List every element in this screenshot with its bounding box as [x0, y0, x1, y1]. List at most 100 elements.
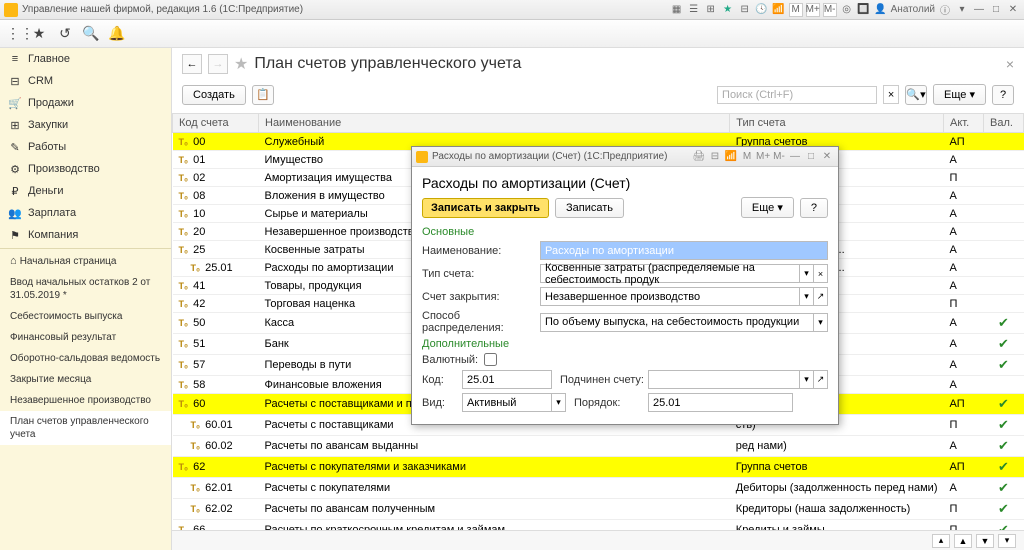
tb-icon[interactable]: ◎ [840, 3, 854, 17]
sidebar-sub-item[interactable]: ⌂ Начальная страница [0, 251, 171, 272]
field-distr[interactable]: По объему выпуска, на себестоимость прод… [540, 313, 814, 332]
m-button[interactable]: M [789, 3, 803, 17]
create-button[interactable]: Создать [182, 85, 246, 105]
sidebar-item[interactable]: ⊞Закупки [0, 114, 171, 136]
apps-icon[interactable]: ⋮⋮⋮ [2, 23, 24, 45]
more-button[interactable]: Еще ▾ [933, 84, 986, 105]
dlg-icon[interactable]: ⊟ [708, 151, 722, 162]
close-icon[interactable]: ✕ [1006, 3, 1020, 17]
star-icon[interactable]: ★ [28, 23, 50, 45]
field-kind[interactable]: Активный [462, 393, 552, 412]
user-icon[interactable]: 👤 [874, 3, 888, 17]
dd-icon[interactable]: ▾ [800, 264, 814, 283]
table-row[interactable]: T₀ 60.02Расчеты по авансам выданныред на… [173, 436, 1024, 457]
sidebar-item[interactable]: ⊟CRM [0, 70, 171, 92]
dialog-help-button[interactable]: ? [800, 198, 828, 218]
table-row[interactable]: T₀ 62.02Расчеты по авансам полученнымКре… [173, 499, 1024, 520]
open-icon[interactable]: ↗ [814, 370, 828, 389]
th-name[interactable]: Наименование [259, 114, 730, 133]
label-name: Наименование: [422, 245, 540, 257]
dlg-icon[interactable]: 📶 [724, 151, 738, 162]
sidebar-item[interactable]: 🛒Продажи [0, 92, 171, 114]
clear-search-button[interactable]: × [883, 85, 899, 104]
bell-icon[interactable]: 🔔 [106, 23, 128, 45]
sidebar-item[interactable]: ≡Главное [0, 48, 171, 70]
field-order[interactable]: 25.01 [648, 393, 793, 412]
field-close-acc[interactable]: Незавершенное производство [540, 287, 800, 306]
dd-icon[interactable]: ▾ [814, 313, 828, 332]
tb-icon[interactable]: 🕓 [755, 3, 769, 17]
dlg-m-minus[interactable]: M- [772, 151, 786, 162]
field-code[interactable]: 25.01 [462, 370, 552, 389]
back-button[interactable]: ← [182, 54, 202, 74]
minimize-icon[interactable]: — [972, 3, 986, 17]
table-row[interactable]: T₀ 62.01Расчеты с покупателямиДебиторы (… [173, 478, 1024, 499]
sidebar-sub-item[interactable]: Незавершенное производство [0, 390, 171, 411]
save-button[interactable]: Записать [555, 198, 624, 218]
user-name[interactable]: Анатолий [891, 3, 935, 17]
tb-icon[interactable]: ⊞ [704, 3, 718, 17]
sidebar-sub-item[interactable]: Себестоимость выпуска [0, 306, 171, 327]
info-icon[interactable]: ⓘ [938, 3, 952, 17]
help-button[interactable]: ? [992, 85, 1014, 105]
sidebar-item[interactable]: 👥Зарплата [0, 202, 171, 224]
close-tab-icon[interactable]: × [1006, 56, 1014, 72]
history-icon[interactable]: ↺ [54, 23, 76, 45]
dd-icon[interactable]: ▾ [800, 287, 814, 306]
search-input[interactable]: Поиск (Ctrl+F) [717, 86, 877, 104]
sidebar-label: Закупки [28, 119, 68, 131]
table-row[interactable]: T₀ 62Расчеты с покупателями и заказчикам… [173, 457, 1024, 478]
m-plus-button[interactable]: M+ [806, 3, 820, 17]
sidebar-item[interactable]: ✎Работы [0, 136, 171, 158]
sidebar-item[interactable]: ₽Деньги [0, 180, 171, 202]
tb-icon[interactable]: ★ [721, 3, 735, 17]
dd-icon[interactable]: ▾ [955, 3, 969, 17]
dd-icon[interactable]: ▾ [800, 370, 814, 389]
field-type[interactable]: Косвенные затраты (распределяемые на себ… [540, 264, 800, 283]
table-row[interactable]: T₀ 66Расчеты по краткосрочным кредитам и… [173, 520, 1024, 531]
tb-icon[interactable]: ☰ [687, 3, 701, 17]
tb-icon[interactable]: 📶 [772, 3, 786, 17]
fav-star-icon[interactable]: ★ [234, 54, 248, 74]
maximize-icon[interactable]: □ [989, 3, 1003, 17]
scroll-top-button[interactable]: ▴ [932, 534, 950, 548]
tb-icon[interactable]: 🔲 [857, 3, 871, 17]
dlg-min-icon[interactable]: — [788, 151, 802, 162]
th-type[interactable]: Тип счета [730, 114, 944, 133]
dlg-icon[interactable]: 🖨 [692, 151, 706, 162]
tb-icon[interactable]: ▦ [670, 3, 684, 17]
sidebar-sub-item[interactable]: План счетов управленческого учета [0, 411, 171, 445]
sidebar-sub-item[interactable]: Финансовый результат [0, 327, 171, 348]
forward-button[interactable]: → [208, 54, 228, 74]
dialog-titlebar[interactable]: Расходы по амортизации (Счет) (1С:Предпр… [412, 147, 838, 167]
search-icon[interactable]: 🔍 [80, 23, 102, 45]
sidebar-item[interactable]: ⚙Производство [0, 158, 171, 180]
th-val[interactable]: Вал. [984, 114, 1024, 133]
dialog-logo-icon [416, 151, 428, 163]
field-parent[interactable] [648, 370, 800, 389]
dd-icon[interactable]: ▾ [552, 393, 566, 412]
checkbox-currency[interactable] [484, 353, 497, 366]
sidebar-sub-item[interactable]: Ввод начальных остатков 2 от 31.05.2019 … [0, 272, 171, 306]
copy-button[interactable]: 📋 [252, 85, 274, 105]
th-act[interactable]: Акт. [944, 114, 984, 133]
scroll-down-button[interactable]: ▼ [976, 534, 994, 548]
sidebar-item[interactable]: ⚑Компания [0, 224, 171, 246]
dlg-m[interactable]: M [740, 151, 754, 162]
search-button[interactable]: 🔍▾ [905, 85, 927, 105]
sidebar-sub-item[interactable]: Оборотно-сальдовая ведомость [0, 348, 171, 369]
scroll-bottom-button[interactable]: ▾ [998, 534, 1016, 548]
open-icon[interactable]: ↗ [814, 287, 828, 306]
tb-icon[interactable]: ⊟ [738, 3, 752, 17]
dialog-more-button[interactable]: Еще ▾ [741, 197, 794, 218]
dlg-close-icon[interactable]: ✕ [820, 151, 834, 162]
save-close-button[interactable]: Записать и закрыть [422, 198, 549, 218]
sidebar-sub-item[interactable]: Закрытие месяца [0, 369, 171, 390]
th-code[interactable]: Код счета [173, 114, 259, 133]
m-minus-button[interactable]: M- [823, 3, 837, 17]
clear-icon[interactable]: × [814, 264, 828, 283]
dlg-max-icon[interactable]: □ [804, 151, 818, 162]
dlg-m-plus[interactable]: M+ [756, 151, 770, 162]
field-name[interactable]: Расходы по амортизации [540, 241, 828, 260]
scroll-up-button[interactable]: ▲ [954, 534, 972, 548]
